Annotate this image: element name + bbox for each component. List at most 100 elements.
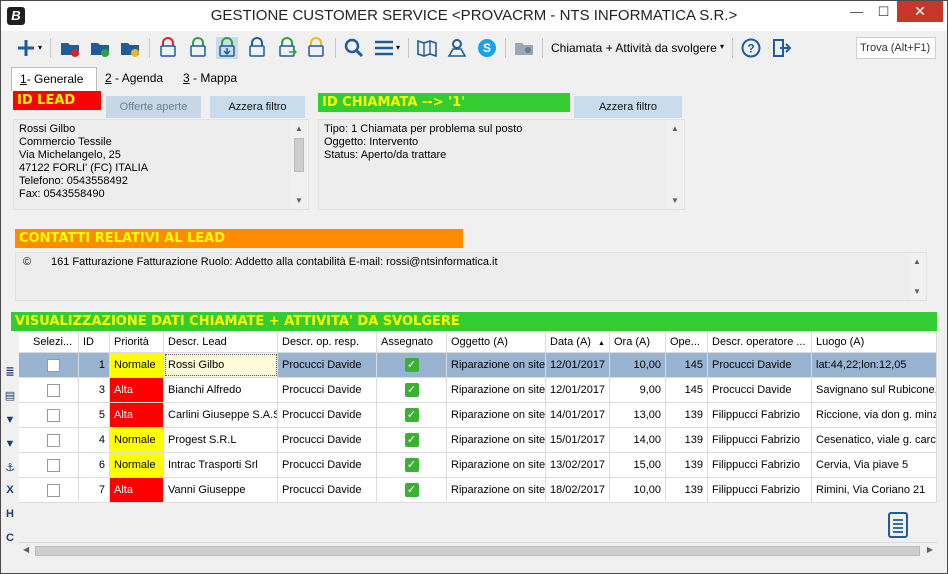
list-icon[interactable]: ≣ bbox=[3, 365, 17, 379]
scroll-up-icon[interactable]: ▲ bbox=[671, 122, 679, 135]
filter-icon[interactable]: ▼ bbox=[3, 413, 17, 427]
col-selezione[interactable]: Selezi... bbox=[29, 331, 79, 353]
exit-icon[interactable] bbox=[770, 37, 792, 59]
scroll-thumb[interactable] bbox=[35, 546, 920, 556]
cell-select[interactable] bbox=[29, 378, 79, 402]
offerte-aperte-button[interactable]: Offerte aperte bbox=[106, 96, 201, 118]
view-dropdown-icon[interactable]: ▾ bbox=[720, 42, 724, 51]
col-luogo[interactable]: Luogo (A) bbox=[812, 331, 937, 353]
lock-warning-icon[interactable] bbox=[305, 37, 327, 59]
map-icon[interactable] bbox=[416, 37, 438, 59]
table-row[interactable]: 7 Alta Vanni Giuseppe Procucci Davide ✓ Ripar… bbox=[19, 478, 937, 503]
col-oggetto[interactable]: Oggetto (A) bbox=[447, 331, 546, 353]
lock-remove-icon[interactable] bbox=[157, 37, 179, 59]
call-line: Tipo: 1 Chiamata per problema sul posto bbox=[324, 123, 523, 135]
add-icon[interactable] bbox=[15, 37, 37, 59]
lock-download-icon[interactable] bbox=[216, 37, 238, 59]
lead-azzera-filtro-button[interactable]: Azzera filtro bbox=[210, 96, 305, 118]
menu-dropdown-icon[interactable]: ▾ bbox=[396, 43, 400, 52]
table-row[interactable]: 6 Normale Intrac Trasporti Srl Procucci Dav… bbox=[19, 453, 937, 478]
scroll-down-icon[interactable]: ▼ bbox=[671, 194, 679, 207]
col-descr-op-resp[interactable]: Descr. op. resp. bbox=[278, 331, 377, 353]
minimize-button[interactable]: — bbox=[843, 1, 870, 22]
grid-horizontal-scrollbar[interactable]: ◀ ▶ bbox=[19, 542, 937, 559]
help-icon[interactable]: ? bbox=[740, 37, 762, 59]
cell-select[interactable] bbox=[29, 478, 79, 502]
cell-id: 4 bbox=[79, 428, 110, 452]
cell-select[interactable] bbox=[29, 353, 79, 377]
contact-row[interactable]: © 161 Fatturazione Fatturazione Ruolo: A… bbox=[21, 256, 921, 269]
menu-icon[interactable] bbox=[373, 37, 395, 59]
row-checkbox[interactable] bbox=[47, 408, 60, 422]
call-scrollbar[interactable]: ▲ ▼ bbox=[667, 120, 684, 209]
tab-generale[interactable]: 1- Generale bbox=[11, 67, 97, 91]
contacts-scrollbar[interactable]: ▲ ▼ bbox=[909, 253, 926, 300]
folder-remove-icon[interactable] bbox=[59, 37, 81, 59]
lock-add-icon[interactable] bbox=[187, 37, 209, 59]
scroll-right-icon[interactable]: ▶ bbox=[927, 545, 933, 554]
cell-ora: 15,00 bbox=[610, 453, 666, 477]
lock-forward-icon[interactable] bbox=[276, 37, 298, 59]
scroll-down-icon[interactable]: ▼ bbox=[295, 194, 303, 207]
table-row[interactable]: 4 Normale Progest S.R.L Procucci Davide ✓ Rip… bbox=[19, 428, 937, 453]
cell-priority: Normale bbox=[110, 453, 164, 477]
tab-mappa[interactable]: 3 - Mappa bbox=[175, 67, 255, 91]
col-data[interactable]: Data (A) ▲ bbox=[546, 331, 610, 353]
cell-select[interactable] bbox=[29, 428, 79, 452]
contacts-header: CONTATTI RELATIVI AL LEAD bbox=[15, 229, 463, 248]
cell-data: 18/02/2017 bbox=[546, 478, 610, 502]
table-row[interactable]: 1 Normale Rossi Gilbo Procucci Davide ✓ Ripar… bbox=[19, 353, 937, 378]
col-id[interactable]: ID bbox=[79, 331, 110, 353]
folder-add-icon[interactable] bbox=[89, 37, 111, 59]
cell-priority: Alta bbox=[110, 478, 164, 502]
col-descr-lead[interactable]: Descr. Lead bbox=[164, 331, 278, 353]
row-checkbox[interactable] bbox=[47, 483, 60, 497]
call-header: ID CHIAMATA --> '1' bbox=[318, 93, 570, 112]
search-input[interactable]: Trova (Alt+F1) bbox=[856, 37, 936, 59]
table-row[interactable]: 5 Alta Carlini Giuseppe S.A.S Procucci Davi… bbox=[19, 403, 937, 428]
anchor-icon[interactable]: ⚓ bbox=[3, 461, 17, 475]
add-dropdown-icon[interactable]: ▾ bbox=[38, 43, 42, 52]
lock-open-icon[interactable] bbox=[246, 37, 268, 59]
col-ope[interactable]: Ope... bbox=[666, 331, 708, 353]
col-descr-operatore[interactable]: Descr. operatore ... bbox=[708, 331, 812, 353]
scroll-thumb[interactable] bbox=[294, 138, 304, 172]
view-selector[interactable]: Chiamata + Attività da svolgere bbox=[551, 41, 717, 55]
table-row[interactable]: 3 Alta Bianchi Alfredo Procucci Davide ✓ Ripa… bbox=[19, 378, 937, 403]
close-button[interactable]: ✕ bbox=[897, 1, 943, 22]
report-icon[interactable] bbox=[887, 512, 909, 538]
call-azzera-filtro-button[interactable]: Azzera filtro bbox=[574, 96, 682, 118]
cell-select[interactable] bbox=[29, 403, 79, 427]
search-icon[interactable] bbox=[343, 37, 365, 59]
collapse-c-icon[interactable]: C bbox=[3, 531, 17, 545]
folder-edit-icon[interactable] bbox=[119, 37, 141, 59]
tab-agenda[interactable]: 2 - Agenda bbox=[97, 67, 175, 91]
skype-icon[interactable]: S bbox=[476, 37, 498, 59]
row-checkbox[interactable] bbox=[47, 433, 60, 447]
grid-icon[interactable]: ▤ bbox=[3, 389, 17, 403]
collapse-x-icon[interactable]: X bbox=[3, 483, 17, 497]
cell-op-resp: Procucci Davide bbox=[278, 453, 377, 477]
maximize-button[interactable]: ☐ bbox=[870, 1, 897, 22]
location-icon[interactable] bbox=[446, 37, 468, 59]
assigned-check-icon: ✓ bbox=[404, 408, 419, 423]
collapse-h-icon[interactable]: H bbox=[3, 507, 17, 521]
lead-scrollbar[interactable]: ▲ ▼ bbox=[291, 120, 308, 209]
col-ora[interactable]: Ora (A) bbox=[610, 331, 666, 353]
cell-select[interactable] bbox=[29, 453, 79, 477]
cell-priority: Normale bbox=[110, 353, 164, 377]
scroll-up-icon[interactable]: ▲ bbox=[295, 122, 303, 135]
svg-text:?: ? bbox=[747, 42, 754, 56]
row-checkbox[interactable] bbox=[47, 383, 60, 397]
scroll-down-icon[interactable]: ▼ bbox=[913, 285, 921, 298]
col-assegnato[interactable]: Assegnato bbox=[377, 331, 447, 353]
scroll-left-icon[interactable]: ◀ bbox=[23, 545, 29, 554]
filter-clear-icon[interactable]: ▼ bbox=[3, 437, 17, 451]
folder-user-icon[interactable] bbox=[513, 37, 535, 59]
col-priorita[interactable]: Priorità bbox=[110, 331, 164, 353]
cell-data: 13/02/2017 bbox=[546, 453, 610, 477]
scroll-up-icon[interactable]: ▲ bbox=[913, 255, 921, 268]
row-checkbox[interactable] bbox=[47, 358, 60, 372]
row-checkbox[interactable] bbox=[47, 458, 60, 472]
contact-symbol: © bbox=[23, 256, 32, 268]
